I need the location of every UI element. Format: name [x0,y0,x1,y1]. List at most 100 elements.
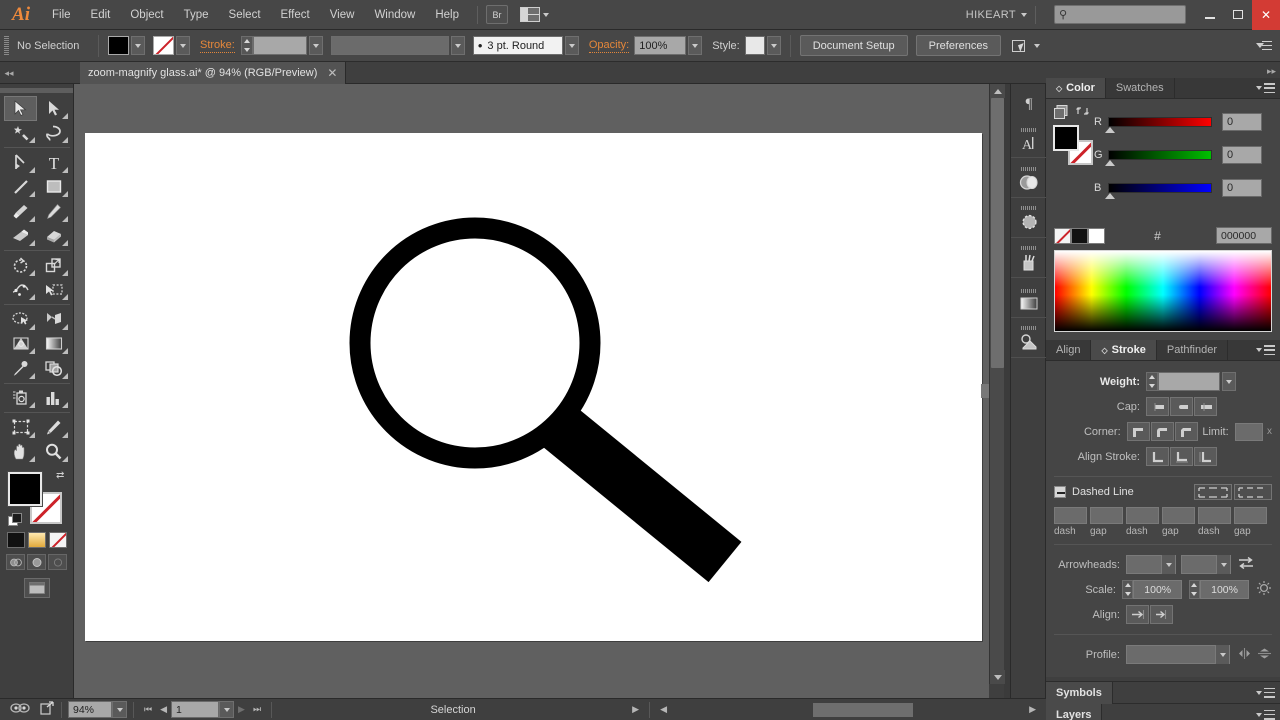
link-scales-icon[interactable] [1256,580,1272,599]
gradient-panel-icon[interactable] [1011,278,1047,318]
stroke-profile-field[interactable] [330,36,449,55]
maximize-button[interactable] [1224,0,1252,30]
slice-tool[interactable] [37,415,70,440]
draw-normal-icon[interactable] [6,554,25,570]
weight-stepper[interactable] [1146,372,1158,391]
corner-bevel-icon[interactable] [1174,422,1198,441]
none-swatch[interactable] [1054,227,1071,244]
menu-file[interactable]: File [42,0,81,30]
draw-inside-icon[interactable] [48,554,67,570]
fill-color-swatch[interactable] [108,36,129,55]
scale-end-input[interactable]: 100% [1200,580,1249,599]
scale-start-stepper[interactable] [1121,580,1134,599]
weight-input[interactable] [1158,372,1220,391]
align-inside-icon[interactable] [1170,447,1193,466]
slider-track-r[interactable] [1105,116,1212,133]
canvas-area[interactable] [74,84,1005,698]
menu-object[interactable]: Object [120,0,173,30]
channel-value-b[interactable]: 0 [1222,178,1262,197]
fill-swatch-large[interactable] [7,471,43,507]
gap-field-3[interactable] [1234,507,1267,524]
hscroll-right-icon[interactable]: ▶ [1025,704,1040,715]
symbols-panel-icon[interactable] [1011,238,1047,278]
arrange-documents-button[interactable] [520,7,549,22]
pencil-tool[interactable] [37,199,70,224]
zoom-level-dropdown[interactable] [112,701,127,718]
dash-field-3[interactable] [1198,507,1231,524]
next-artboard-icon[interactable]: ▶ [234,704,249,715]
tab-pathfinder[interactable]: Pathfinder [1156,340,1229,360]
dock-collapse-right-icon[interactable]: ▸▸ [1267,66,1276,77]
menu-effect[interactable]: Effect [271,0,320,30]
transform-chevron-down-icon[interactable] [1033,43,1040,48]
gradient-button[interactable] [27,532,46,548]
opacity-dropdown[interactable] [688,36,703,55]
selection-tool[interactable] [4,96,37,121]
brush-definition-dropdown[interactable] [564,36,579,55]
screen-mode-button[interactable] [23,578,50,598]
control-bar-grip[interactable] [4,35,9,56]
slider-thumb-b[interactable] [1105,192,1115,199]
draw-behind-icon[interactable] [27,554,46,570]
previous-artboard-icon[interactable]: ◀ [156,704,171,715]
arrowhead-start-select[interactable] [1126,555,1176,574]
dock-collapse-left-icon[interactable]: ◂◂ [2,66,16,80]
tab-align[interactable]: Align [1046,340,1092,360]
opacity-label[interactable]: Opacity: [588,39,630,53]
cap-projecting-icon[interactable] [1194,397,1217,416]
brush-definition-field[interactable]: • 3 pt. Round [472,36,563,55]
paintbrush-tool[interactable] [4,199,37,224]
align-center-icon[interactable] [1146,447,1169,466]
menu-view[interactable]: View [320,0,365,30]
symbols-panel-flyout-icon[interactable] [1256,687,1275,698]
close-icon[interactable]: ✕ [327,67,337,79]
preferences-button[interactable]: Preferences [915,35,1001,56]
swap-arrowheads-icon[interactable] [1238,556,1254,573]
first-artboard-icon[interactable]: ⏮ [140,704,156,715]
gap-field-2[interactable] [1162,507,1195,524]
panel-dock-handle[interactable] [981,384,989,398]
channel-value-g[interactable]: 0 [1222,145,1262,164]
pen-tool[interactable] [4,150,37,175]
symbol-sprayer-tool[interactable] [4,386,37,411]
stroke-profile-dropdown[interactable] [450,36,465,55]
scroll-down-icon[interactable] [990,670,1005,684]
slider-track-b[interactable] [1105,182,1212,199]
tab-stroke[interactable]: ◇ Stroke [1091,340,1157,360]
corner-miter-icon[interactable] [1126,422,1150,441]
type-tool[interactable]: T [37,150,70,175]
default-fill-stroke-icon[interactable] [8,513,22,526]
dock-grip[interactable] [1021,206,1037,210]
artboard-number-dropdown[interactable] [219,701,235,718]
dashed-line-checkbox[interactable] [1054,486,1066,498]
stroke-weight-label[interactable]: Stroke: [200,39,235,53]
flip-horizontal-icon[interactable] [1237,647,1252,663]
canvas-vertical-scrollbar[interactable] [989,84,1005,698]
color-button[interactable] [6,532,25,548]
status-indicator-text[interactable]: Selection [278,704,628,716]
shape-builder-tool[interactable] [37,278,70,303]
place-arrowhead-icon[interactable] [1150,605,1173,624]
zoom-level-input[interactable]: 94% [68,701,112,718]
scale-end-stepper[interactable] [1188,580,1201,599]
fill-stroke-proxy-icon[interactable] [1054,105,1068,122]
menu-edit[interactable]: Edit [81,0,121,30]
last-artboard-icon[interactable]: ⏭ [249,704,265,715]
corner-round-icon[interactable] [1150,422,1174,441]
lasso-tool[interactable] [37,121,70,146]
artboard-tool[interactable] [4,415,37,440]
cut-preview-icon[interactable] [10,702,30,717]
transform-icon[interactable] [1011,38,1029,54]
document-setup-button[interactable]: Document Setup [799,35,908,56]
hex-input[interactable]: 000000 [1216,227,1272,244]
symbols-panel-collapsed[interactable]: Symbols [1046,681,1280,704]
artboard-number-input[interactable]: 1 [171,701,220,718]
tools-panel-grip[interactable] [0,84,73,96]
vertical-scroll-thumb[interactable] [991,98,1004,368]
fill-dropdown-button[interactable] [131,36,145,55]
layers-panel-collapsed[interactable]: Layers [1046,703,1280,720]
dock-grip[interactable] [1021,128,1037,132]
line-segment-tool[interactable] [4,175,37,200]
paragraph-panel-icon[interactable]: ¶ [1011,84,1047,118]
color-fill-swatch[interactable] [1053,125,1079,151]
